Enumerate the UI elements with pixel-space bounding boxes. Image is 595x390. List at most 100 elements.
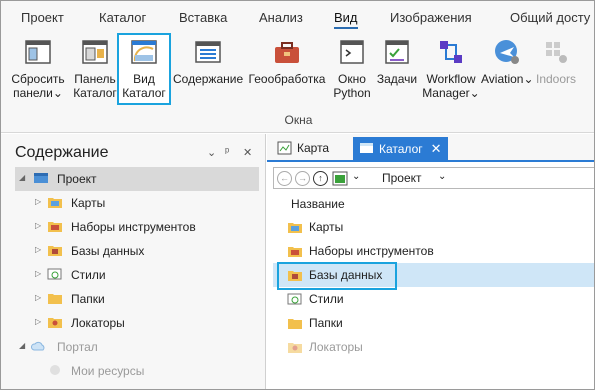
contents-label: Содержание	[173, 72, 244, 86]
tab-catalog-label: Каталог	[379, 142, 423, 156]
geoprocessing-icon	[275, 42, 299, 63]
list-item[interactable]: Папки	[273, 311, 594, 335]
maps-folder-icon	[48, 198, 62, 208]
python-window-icon	[340, 40, 364, 64]
tab-catalog[interactable]: Каталог	[99, 10, 146, 25]
indoors-icon	[546, 42, 567, 63]
tree-item-databases[interactable]: ▷ Базы данных	[1, 239, 266, 263]
pin-icon[interactable]: ᵖ	[225, 146, 229, 158]
expand-icon[interactable]: ▷	[35, 197, 41, 206]
list-item-label: Локаторы	[309, 340, 363, 354]
chevron-down-icon[interactable]: ⌄	[53, 86, 63, 100]
python-window-label: Окно	[338, 72, 366, 86]
chevron-down-icon[interactable]: ⌄	[438, 171, 446, 182]
tree-item-maps[interactable]: ▷ Карты	[1, 191, 266, 215]
tab-share[interactable]: Общий досту	[510, 10, 590, 25]
toolboxes-folder-icon	[48, 222, 62, 232]
column-header-name[interactable]: Название	[291, 197, 345, 211]
list-item-label: Карты	[309, 220, 344, 234]
up-icon[interactable]: ↑	[313, 171, 328, 186]
close-icon[interactable]: ✕	[431, 141, 442, 156]
address-text: Проект	[382, 171, 422, 185]
list-item[interactable]: Стили	[273, 287, 594, 311]
catalog-pane-button[interactable]: Панель Каталог	[71, 37, 119, 100]
map-icon	[277, 141, 292, 155]
tree-item-label: Стили	[71, 268, 106, 282]
close-icon[interactable]: ✕	[243, 146, 252, 159]
styles-folder-icon	[47, 268, 62, 280]
tab-view[interactable]: Вид	[334, 10, 358, 29]
tree-item-folders[interactable]: ▷ Папки	[1, 287, 266, 311]
list-item[interactable]: Наборы инструментов	[273, 239, 594, 263]
chevron-down-icon[interactable]: ⌄	[470, 86, 480, 100]
project-icon	[332, 171, 348, 186]
catalog-icon	[360, 143, 373, 153]
tasks-button[interactable]: Задачи	[375, 37, 419, 86]
pane-options-icon[interactable]: ⌄	[207, 146, 216, 159]
address-bar[interactable]: ← → ↑ ⌄ Проект ⌄	[273, 167, 594, 189]
tab-imagery[interactable]: Изображения	[390, 10, 472, 25]
windows-group-label: Окна	[284, 113, 313, 127]
list-item-label: Стили	[309, 292, 344, 306]
expand-icon[interactable]: ▷	[35, 293, 41, 302]
expand-icon[interactable]: ▷	[35, 221, 41, 230]
geoprocessing-button[interactable]: Геообработка	[247, 37, 327, 86]
locators-folder-icon	[288, 343, 302, 353]
tree-item-locators[interactable]: ▷ Локаторы	[1, 311, 266, 335]
catalog-pane-label: Панель	[74, 72, 116, 86]
tree-item-label: Базы данных	[71, 244, 145, 258]
workflow-manager-label-2: Manager	[422, 86, 470, 100]
reset-panes-label: Сбросить	[11, 72, 65, 86]
tasks-label: Задачи	[376, 72, 418, 86]
tree-item-label: Портал	[57, 340, 98, 354]
tab-insert[interactable]: Вставка	[179, 10, 227, 25]
catalog-pane-label-2: Каталог	[73, 86, 117, 100]
reset-panes-label-2: панели	[13, 86, 53, 100]
tree-item-label: Наборы инструментов	[71, 220, 196, 234]
expand-icon[interactable]: ▷	[35, 317, 41, 326]
app-window: Проект Каталог Вставка Анализ Вид Изобра…	[0, 0, 595, 390]
tree-item-styles[interactable]: ▷ Стили	[1, 263, 266, 287]
portal-icon	[31, 341, 45, 351]
tree-item-label: Локаторы	[71, 316, 125, 330]
workflow-manager-button[interactable]: Workflow Manager⌄	[421, 37, 481, 100]
toolboxes-folder-icon	[288, 247, 302, 257]
expand-icon[interactable]: ▷	[35, 269, 41, 278]
tree-item-my-content[interactable]: Мои ресурсы	[1, 359, 266, 383]
list-item[interactable]: Локаторы	[273, 335, 594, 359]
catalog-view-button[interactable]: Вид Каталог	[117, 33, 171, 105]
tree-item-project[interactable]: ◢ Проект	[15, 167, 259, 191]
tab-analysis[interactable]: Анализ	[259, 10, 303, 25]
list-item[interactable]: Карты	[273, 215, 594, 239]
tree-item-portal[interactable]: ◢ Портал	[1, 335, 266, 359]
contents-icon	[195, 41, 221, 63]
catalog-view-icon	[131, 40, 157, 64]
tab-map-label: Карта	[297, 141, 330, 155]
expand-icon[interactable]: ▷	[35, 245, 41, 254]
tab-catalog-view[interactable]: Каталог ✕	[353, 137, 448, 160]
tree-item-label: Проект	[57, 172, 97, 186]
ribbon: Сбросить панели⌄ Панель Каталог Вид Ката	[1, 33, 594, 133]
indoors-label: Indoors	[535, 72, 577, 86]
tree-item-toolboxes[interactable]: ▷ Наборы инструментов	[1, 215, 266, 239]
reset-panes-button[interactable]: Сбросить панели⌄	[9, 37, 67, 100]
tree-item-label: Мои ресурсы	[71, 364, 145, 378]
locators-folder-icon	[48, 318, 62, 328]
catalog-view-label-2: Каталог	[122, 86, 166, 100]
contents-button[interactable]: Содержание	[173, 37, 243, 86]
aviation-button[interactable]: Aviation⌄	[481, 37, 534, 86]
python-window-button[interactable]: Окно Python	[329, 37, 375, 100]
back-icon[interactable]: ←	[277, 171, 292, 186]
folders-icon	[48, 294, 62, 304]
collapse-icon[interactable]: ◢	[19, 173, 25, 182]
forward-icon[interactable]: →	[295, 171, 310, 186]
python-window-label-2: Python	[333, 86, 371, 100]
collapse-icon[interactable]: ◢	[19, 341, 25, 350]
tab-project[interactable]: Проект	[21, 10, 64, 25]
indoors-button[interactable]: Indoors	[533, 37, 579, 86]
reset-panes-icon	[25, 40, 51, 64]
folders-icon	[288, 319, 302, 329]
contents-pane-title: Содержание	[15, 144, 109, 161]
chevron-down-icon[interactable]: ⌄	[352, 171, 360, 182]
tab-map[interactable]: Карта	[271, 137, 335, 160]
